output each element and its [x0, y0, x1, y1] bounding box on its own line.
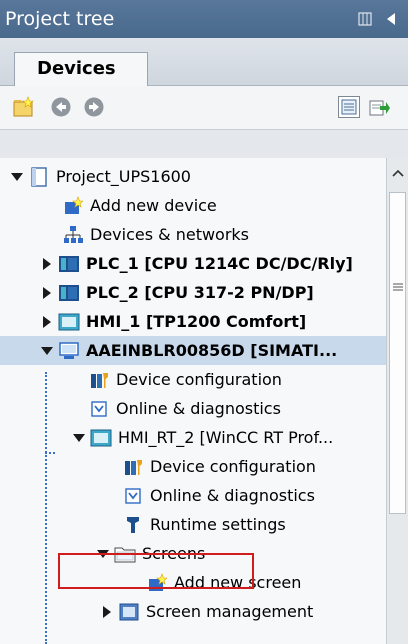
- add-group-icon[interactable]: [12, 96, 34, 118]
- scrollbar-thumb[interactable]: [389, 192, 406, 514]
- runtime-settings-icon: [122, 514, 144, 536]
- plc-icon: [58, 253, 80, 275]
- screen-management-icon: [118, 601, 140, 623]
- grip-icon: [393, 283, 403, 291]
- device-config-icon: [122, 456, 144, 478]
- tab-devices[interactable]: Devices: [14, 52, 148, 87]
- add-device-icon: [62, 195, 84, 217]
- diagnostics-icon: [88, 398, 110, 420]
- hmi-runtime-icon: [90, 427, 112, 449]
- plc-icon: [58, 282, 80, 304]
- diagnostics-icon: [122, 485, 144, 507]
- tree-header-strip: [0, 130, 408, 158]
- collapse-panel-icon[interactable]: [382, 10, 400, 28]
- hmi-icon: [58, 311, 80, 333]
- expand-arrow-icon[interactable]: [72, 431, 86, 445]
- tree-item-hmi-rt-2[interactable]: HMI_RT_2 [WinCC RT Prof...: [0, 423, 386, 452]
- tree-item-hmi-1[interactable]: HMI_1 [TP1200 Comfort]: [0, 307, 386, 336]
- tree-item-project[interactable]: Project_UPS1600: [0, 162, 386, 191]
- project-tree-titlebar: Project tree: [0, 0, 408, 38]
- vertical-scrollbar[interactable]: [386, 158, 408, 644]
- expand-arrow-icon[interactable]: [10, 170, 24, 184]
- tab-bar: Devices: [0, 38, 408, 87]
- back-icon[interactable]: [50, 96, 72, 118]
- device-config-icon: [88, 369, 110, 391]
- tree-item-plc-1[interactable]: PLC_1 [CPU 1214C DC/DC/Rly]: [0, 249, 386, 278]
- tree-item-hmi-device-configuration[interactable]: Device configuration: [0, 452, 386, 481]
- screens-highlight-box: [58, 553, 254, 589]
- detail-view-icon[interactable]: [338, 96, 360, 118]
- tree-connector-line: [45, 452, 55, 454]
- pc-station-icon: [58, 340, 80, 362]
- export-icon[interactable]: [368, 96, 390, 118]
- collapsed-arrow-icon[interactable]: [100, 605, 114, 619]
- collapsed-arrow-icon[interactable]: [40, 286, 54, 300]
- tree-item-hmi-online-diagnostics[interactable]: Online & diagnostics: [0, 481, 386, 510]
- collapsed-arrow-icon[interactable]: [40, 315, 54, 329]
- tree-item-add-new-device[interactable]: Add new device: [0, 191, 386, 220]
- tree-item-device-configuration[interactable]: Device configuration: [0, 365, 386, 394]
- panel-title: Project tree: [5, 8, 115, 30]
- collapsed-arrow-icon[interactable]: [40, 257, 54, 271]
- expand-arrow-icon[interactable]: [40, 344, 54, 358]
- tree-toolbar: [0, 86, 408, 130]
- tree-item-plc-2[interactable]: PLC_2 [CPU 317-2 PN/DP]: [0, 278, 386, 307]
- scroll-up-icon[interactable]: [387, 162, 408, 184]
- network-icon: [62, 224, 84, 246]
- project-icon: [28, 166, 50, 188]
- tree-item-online-diagnostics[interactable]: Online & diagnostics: [0, 394, 386, 423]
- panel-layout-icon[interactable]: [356, 10, 374, 28]
- tree-item-devices-networks[interactable]: Devices & networks: [0, 220, 386, 249]
- forward-icon[interactable]: [83, 96, 105, 118]
- tree-item-runtime-settings[interactable]: Runtime settings: [0, 510, 386, 539]
- tree-item-pc-station[interactable]: AAEINBLR00856D [SIMATI...: [0, 336, 386, 365]
- tree-connector-line: [45, 372, 47, 644]
- tree-item-screen-management[interactable]: Screen management: [0, 597, 386, 626]
